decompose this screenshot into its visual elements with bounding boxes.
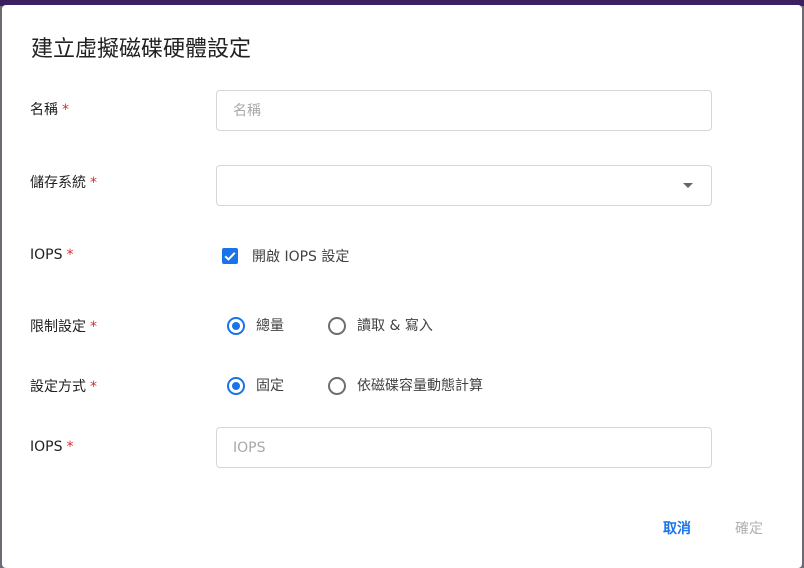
confirm-button[interactable]: 確定 — [735, 519, 763, 539]
limit-label: 限制設定 * — [30, 317, 97, 337]
required-mark: * — [62, 102, 69, 118]
check-icon — [224, 252, 236, 261]
name-input[interactable] — [217, 91, 711, 130]
storage-label-text: 儲存系統 — [30, 175, 86, 191]
iops-toggle-label-text: IOPS — [30, 247, 63, 263]
limit-label-text: 限制設定 — [30, 319, 86, 335]
method-label: 設定方式 * — [30, 377, 97, 397]
required-mark: * — [90, 175, 97, 191]
radio-limit-total-label[interactable]: 總量 — [256, 316, 284, 336]
name-label: 名稱 * — [30, 100, 69, 120]
radio-limit-read-write-label[interactable]: 讀取 & 寫入 — [357, 316, 433, 336]
cancel-button[interactable]: 取消 — [663, 519, 691, 539]
radio-limit-read-write[interactable] — [328, 317, 346, 335]
iops-value-label: IOPS * — [30, 437, 73, 457]
radio-method-fixed-label[interactable]: 固定 — [256, 376, 284, 396]
create-virtual-disk-dialog: 建立虛擬磁碟硬體設定 名稱* 儲存系統* IOPS* 開啟 IOPS 設定 限制… — [2, 5, 802, 568]
method-label-text: 設定方式 — [30, 379, 86, 395]
name-label-text: 名稱 — [30, 102, 58, 118]
radio-method-dynamic-label[interactable]: 依磁碟容量動態計算 — [357, 376, 483, 396]
required-mark: * — [66, 439, 74, 455]
required-mark: * — [66, 247, 74, 263]
enable-iops-label[interactable]: 開啟 IOPS 設定 — [252, 247, 349, 267]
required-mark: * — [90, 319, 97, 335]
iops-field[interactable] — [216, 427, 712, 468]
radio-method-dynamic[interactable] — [328, 377, 346, 395]
required-mark: * — [90, 379, 97, 395]
storage-label: 儲存系統 * — [30, 173, 97, 193]
storage-select[interactable] — [216, 165, 712, 206]
radio-method-fixed[interactable] — [227, 377, 245, 395]
iops-toggle-label: IOPS * — [30, 245, 73, 265]
caret-down-icon — [683, 183, 693, 188]
name-field[interactable] — [216, 90, 712, 131]
iops-value-label-text: IOPS — [30, 439, 63, 455]
dialog-title: 建立虛擬磁碟硬體設定 — [31, 37, 252, 62]
iops-input[interactable] — [217, 428, 711, 467]
radio-limit-total[interactable] — [227, 317, 245, 335]
enable-iops-checkbox[interactable] — [222, 248, 238, 264]
